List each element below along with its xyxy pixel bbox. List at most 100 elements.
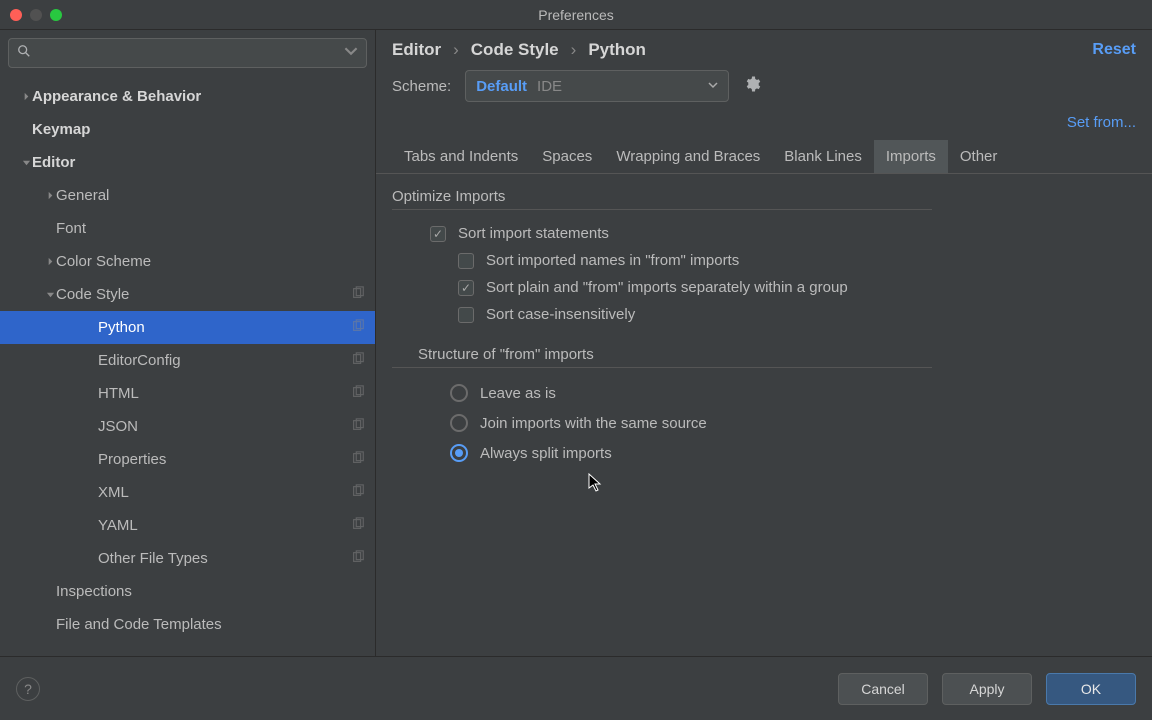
chevron-right-icon: › [571, 40, 577, 60]
tree-item[interactable]: General [0, 179, 375, 212]
chevron-down-icon [20, 158, 32, 167]
tree-item[interactable]: Code Style [0, 278, 375, 311]
scheme-name: Default [476, 78, 527, 95]
tab[interactable]: Tabs and Indents [392, 140, 530, 173]
breadcrumb-segment[interactable]: Python [588, 40, 646, 60]
tree-item-label: JSON [98, 418, 351, 435]
check-sort-statements[interactable]: Sort import statements [392, 220, 1136, 247]
tab[interactable]: Spaces [530, 140, 604, 173]
scheme-dropdown[interactable]: Default IDE [465, 70, 729, 102]
tree-item[interactable]: Color Scheme [0, 245, 375, 278]
scheme-scope: IDE [537, 78, 562, 95]
ok-button[interactable]: OK [1046, 673, 1136, 705]
search-input-wrapper[interactable] [8, 38, 367, 68]
tree-item-label: Python [98, 319, 351, 336]
radio-option[interactable]: Join imports with the same source [392, 408, 1136, 438]
tree-item-label: YAML [98, 517, 351, 534]
breadcrumb: Editor › Code Style › Python [392, 40, 646, 60]
content-panel: Editor › Code Style › Python Reset Scheme: D… [376, 30, 1152, 656]
chevron-down-icon [44, 290, 56, 299]
radio-option[interactable]: Always split imports [392, 438, 1136, 468]
checkbox-icon [458, 280, 474, 296]
check-label: Sort imported names in "from" imports [486, 252, 739, 269]
tree-item[interactable]: Python [0, 311, 375, 344]
tree-item[interactable]: Appearance & Behavior [0, 80, 375, 113]
fullscreen-window-icon[interactable] [50, 9, 62, 21]
copy-icon [351, 385, 365, 403]
copy-icon [351, 484, 365, 502]
tab[interactable]: Other [948, 140, 1010, 173]
tree-item[interactable]: Other File Types [0, 542, 375, 575]
radio-option[interactable]: Leave as is [392, 378, 1136, 408]
tree-item-label: Properties [98, 451, 351, 468]
tree-item-label: Inspections [56, 583, 365, 600]
tab[interactable]: Wrapping and Braces [604, 140, 772, 173]
check-sort-plain[interactable]: Sort plain and "from" imports separately… [392, 274, 1136, 301]
chevron-down-icon[interactable] [344, 44, 358, 63]
close-window-icon[interactable] [10, 9, 22, 21]
preferences-tree: Appearance & Behavior Keymap Editor General… [0, 76, 375, 656]
tree-item-label: Font [56, 220, 365, 237]
breadcrumb-segment[interactable]: Editor [392, 40, 441, 60]
search-input[interactable] [37, 46, 338, 61]
checkbox-icon [458, 253, 474, 269]
check-label: Sort plain and "from" imports separately… [486, 279, 848, 296]
radio-label: Always split imports [480, 445, 612, 462]
check-label: Sort import statements [458, 225, 609, 242]
tab[interactable]: Imports [874, 140, 948, 173]
tree-item-label: EditorConfig [98, 352, 351, 369]
radio-icon [450, 384, 468, 402]
tree-item[interactable]: XML [0, 476, 375, 509]
tree-item[interactable]: Keymap [0, 113, 375, 146]
check-sort-names[interactable]: Sort imported names in "from" imports [392, 247, 1136, 274]
radio-label: Leave as is [480, 385, 556, 402]
tree-item-label: HTML [98, 385, 351, 402]
traffic-lights [10, 9, 62, 21]
chevron-down-icon [708, 77, 718, 95]
tree-item[interactable]: Editor [0, 146, 375, 179]
help-icon[interactable]: ? [16, 677, 40, 701]
set-from-link[interactable]: Set from... [1067, 114, 1136, 131]
checkbox-icon [458, 307, 474, 323]
search-icon [17, 44, 31, 63]
copy-icon [351, 550, 365, 568]
tree-item-label: Other File Types [98, 550, 351, 567]
section-structure-title: Structure of "from" imports [392, 346, 932, 368]
tree-item[interactable]: JSON [0, 410, 375, 443]
titlebar: Preferences [0, 0, 1152, 30]
copy-icon [351, 451, 365, 469]
checkbox-icon [430, 226, 446, 242]
apply-button[interactable]: Apply [942, 673, 1032, 705]
copy-icon [351, 319, 365, 337]
tree-item[interactable]: File and Code Templates [0, 608, 375, 641]
tree-item[interactable]: Inspections [0, 575, 375, 608]
gear-icon[interactable] [743, 75, 761, 98]
window-title: Preferences [0, 7, 1152, 23]
radio-icon [450, 444, 468, 462]
reset-link[interactable]: Reset [1092, 41, 1136, 59]
check-label: Sort case-insensitively [486, 306, 635, 323]
tree-item[interactable]: HTML [0, 377, 375, 410]
tree-item-label: File and Code Templates [56, 616, 365, 633]
tree-item[interactable]: YAML [0, 509, 375, 542]
check-sort-case[interactable]: Sort case-insensitively [392, 301, 1136, 328]
tree-item-label: Keymap [32, 121, 365, 138]
cancel-button[interactable]: Cancel [838, 673, 928, 705]
tree-item-label: General [56, 187, 365, 204]
chevron-right-icon: › [453, 40, 459, 60]
tab[interactable]: Blank Lines [772, 140, 874, 173]
chevron-right-icon [20, 92, 32, 101]
scheme-label: Scheme: [392, 78, 451, 95]
copy-icon [351, 286, 365, 304]
tree-item[interactable]: EditorConfig [0, 344, 375, 377]
breadcrumb-segment[interactable]: Code Style [471, 40, 559, 60]
copy-icon [351, 352, 365, 370]
tree-item[interactable]: Properties [0, 443, 375, 476]
chevron-right-icon [44, 257, 56, 266]
copy-icon [351, 517, 365, 535]
tree-item[interactable]: Font [0, 212, 375, 245]
tree-item-label: XML [98, 484, 351, 501]
tree-item-label: Code Style [56, 286, 351, 303]
minimize-window-icon[interactable] [30, 9, 42, 21]
tree-item-label: Editor [32, 154, 365, 171]
